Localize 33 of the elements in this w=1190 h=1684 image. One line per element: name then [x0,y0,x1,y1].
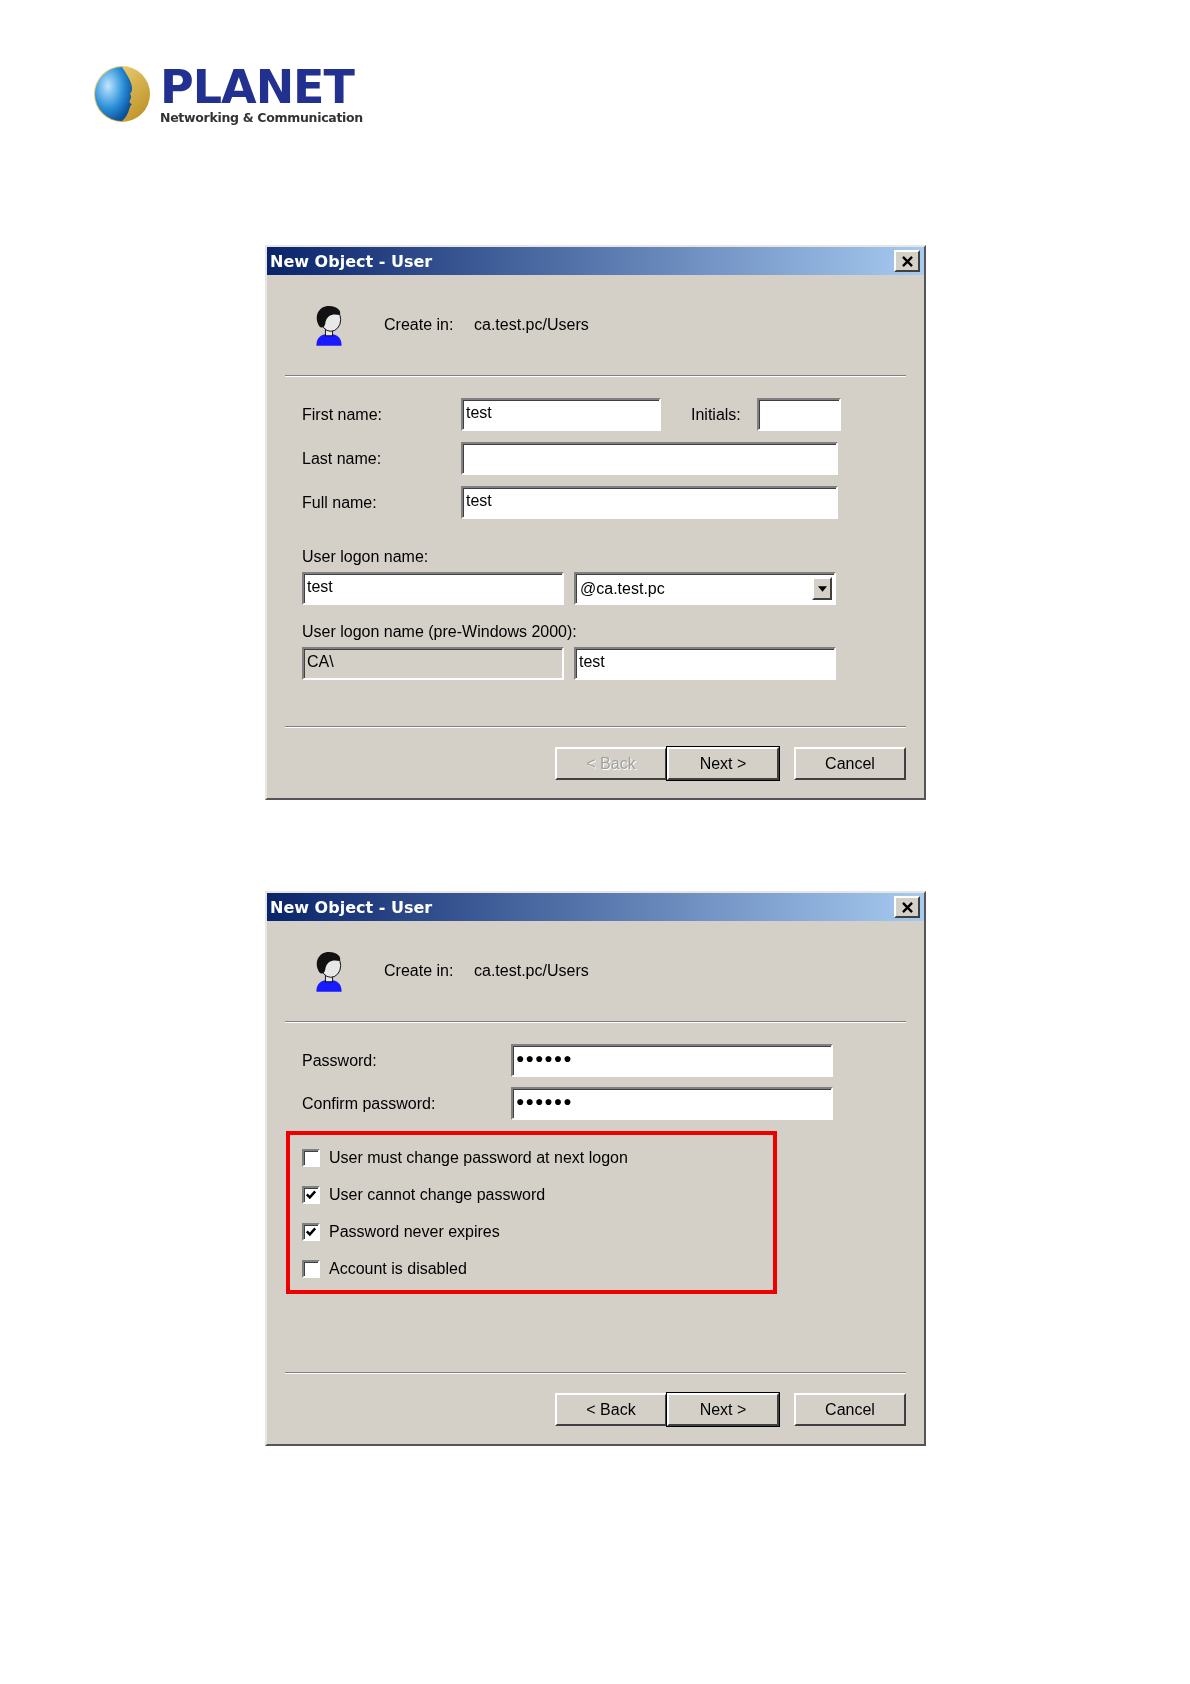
field-label: Confirm password: [302,1094,437,1113]
text-field[interactable]: test [302,572,564,605]
field-label: User logon name (pre-Windows 2000): [302,623,577,641]
wizard-button[interactable]: Cancel [794,1393,906,1426]
window-title: New Object - User [270,897,433,917]
create-in-path: ca.test.pc/Users [474,316,589,334]
field-label: Last name: [302,449,383,468]
field-label: Password: [302,1051,378,1070]
checkbox-label: Password never expires [329,1223,500,1241]
field-label: Full name: [302,493,378,512]
field-label: Initials: [691,405,741,424]
checkbox-label: User cannot change password [329,1186,546,1204]
wizard-button[interactable]: Next > [667,1393,779,1426]
text-field[interactable]: ●●●●●● [511,1044,833,1077]
create-in-label: Create in: [384,316,455,334]
field-label: User logon name: [302,548,429,566]
create-in-path: ca.test.pc/Users [474,962,589,980]
field-label: First name: [302,405,383,424]
create-in-label: Create in: [384,962,455,980]
text-field[interactable]: test [461,398,661,431]
text-field[interactable]: test [574,647,836,680]
wizard-button[interactable]: Cancel [794,747,906,780]
wizard-button[interactable]: Next > [667,747,779,780]
text-field[interactable]: test [461,486,838,519]
logo-tagline: Networking & Communication [160,109,363,125]
window-title: New Object - User [270,251,433,271]
checkbox-label: Account is disabled [329,1260,467,1278]
logo-wordmark: PLANET [160,63,355,110]
dropdown-field[interactable]: @ca.test.pc [574,572,836,605]
checkbox-label: User must change password at next logon [329,1149,628,1167]
dropdown-value: @ca.test.pc [580,579,665,598]
text-field[interactable]: ●●●●●● [511,1087,833,1120]
wizard-button[interactable]: < Back [555,1393,667,1426]
